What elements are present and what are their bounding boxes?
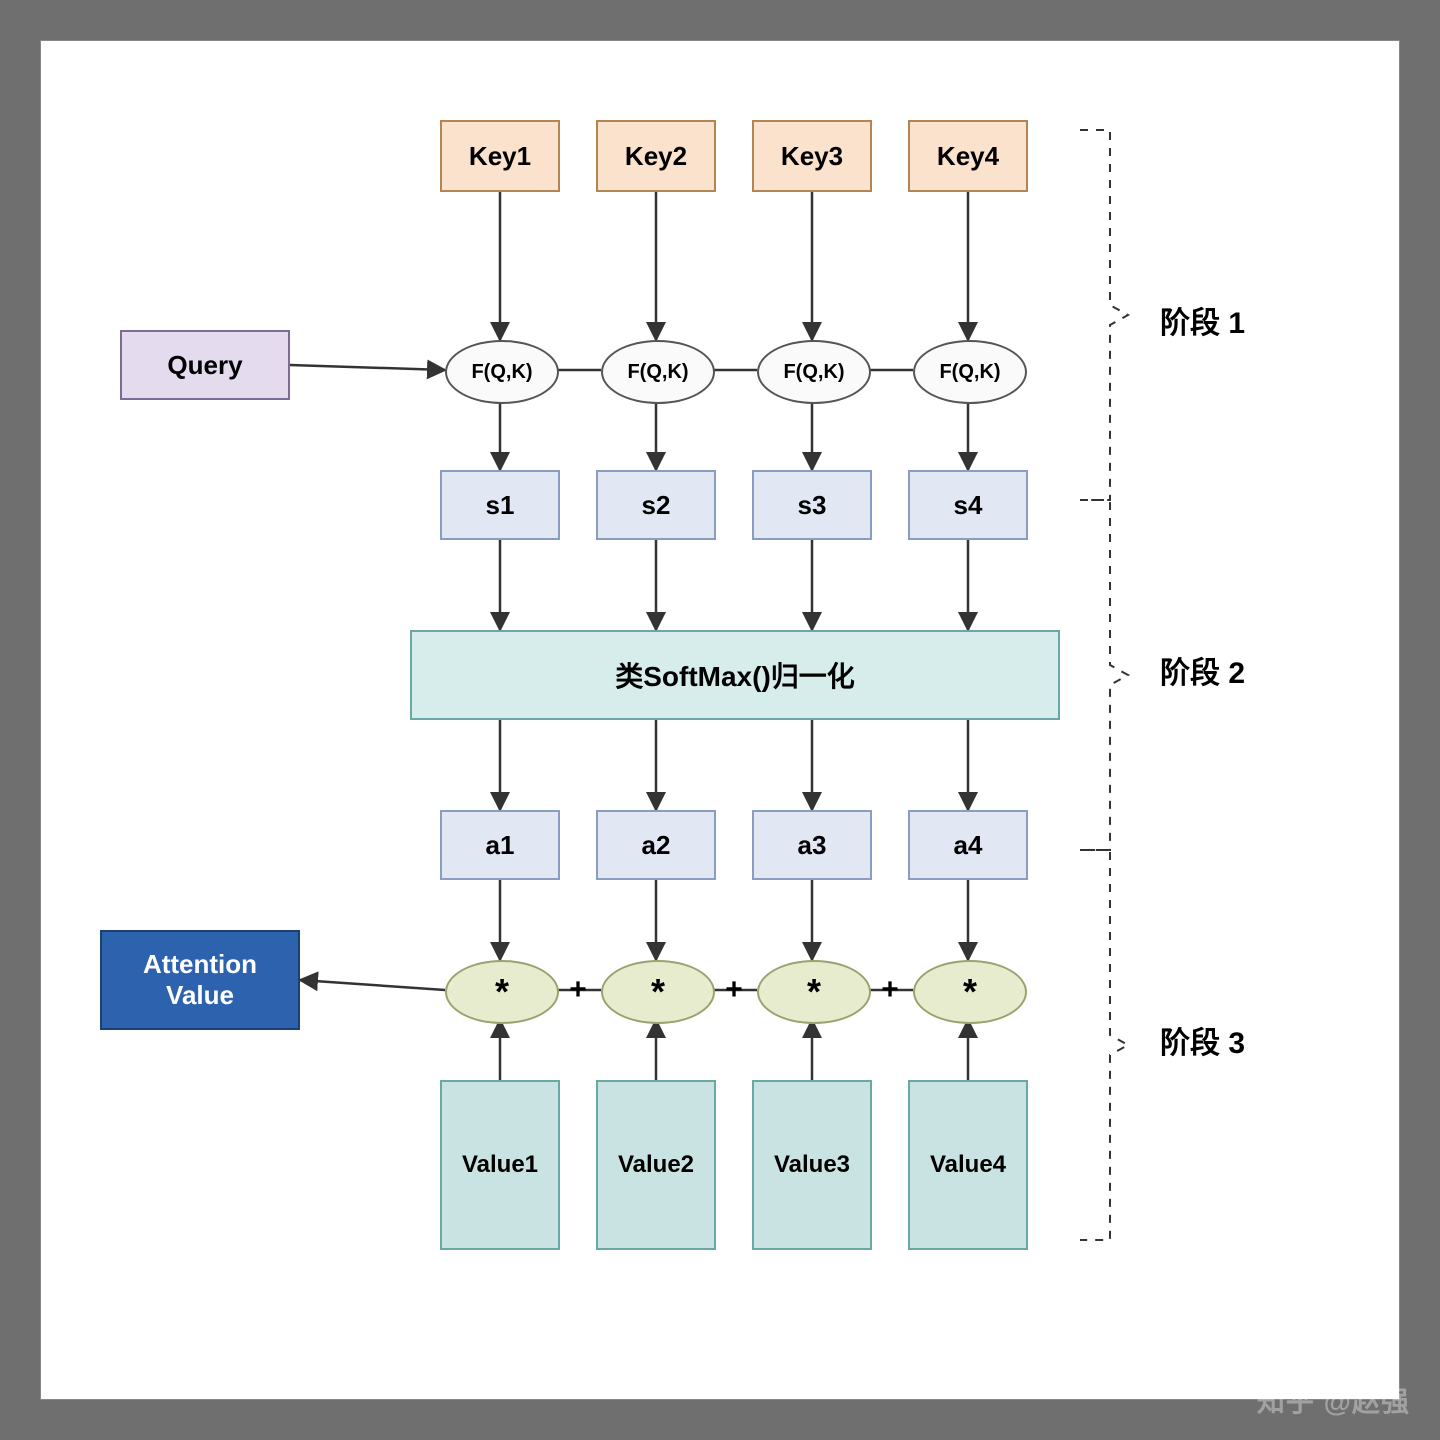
query-box: Query (120, 330, 290, 400)
softmax-box: 类SoftMax()归一化 (410, 630, 1060, 720)
alpha-box-4: a4 (908, 810, 1028, 880)
watermark: 知乎 @赵强 (1257, 1380, 1410, 1420)
key-box-4: Key4 (908, 120, 1028, 192)
fqk-ellipse-2: F(Q,K) (601, 340, 715, 404)
attention-value-box: Attention Value (100, 930, 300, 1030)
stage-label-2: 阶段 2 (1160, 648, 1245, 692)
score-box-2: s2 (596, 470, 716, 540)
value-box-1: Value1 (440, 1080, 560, 1250)
key-box-2: Key2 (596, 120, 716, 192)
multiply-ellipse-2: * (601, 960, 715, 1024)
score-box-3: s3 (752, 470, 872, 540)
multiply-ellipse-3: * (757, 960, 871, 1024)
plus-symbol-3: + (881, 973, 899, 1007)
score-box-4: s4 (908, 470, 1028, 540)
stage-label-1: 阶段 1 (1160, 298, 1245, 342)
key-box-3: Key3 (752, 120, 872, 192)
plus-symbol-2: + (725, 973, 743, 1007)
value-box-4: Value4 (908, 1080, 1028, 1250)
value-box-3: Value3 (752, 1080, 872, 1250)
canvas: Key1 Key2 Key3 Key4 Query F(Q,K) F(Q,K) F(Q,K) F… (0, 0, 1440, 1440)
value-box-2: Value2 (596, 1080, 716, 1250)
alpha-box-3: a3 (752, 810, 872, 880)
plus-symbol-1: + (569, 973, 587, 1007)
stage-label-3: 阶段 3 (1160, 1018, 1245, 1062)
score-box-1: s1 (440, 470, 560, 540)
key-box-1: Key1 (440, 120, 560, 192)
alpha-box-1: a1 (440, 810, 560, 880)
alpha-box-2: a2 (596, 810, 716, 880)
fqk-ellipse-3: F(Q,K) (757, 340, 871, 404)
diagram-frame: Key1 Key2 Key3 Key4 Query F(Q,K) F(Q,K) F(Q,K) F… (40, 40, 1400, 1400)
multiply-ellipse-4: * (913, 960, 1027, 1024)
arrow-layer (40, 40, 1400, 1400)
multiply-ellipse-1: * (445, 960, 559, 1024)
fqk-ellipse-4: F(Q,K) (913, 340, 1027, 404)
fqk-ellipse-1: F(Q,K) (445, 340, 559, 404)
